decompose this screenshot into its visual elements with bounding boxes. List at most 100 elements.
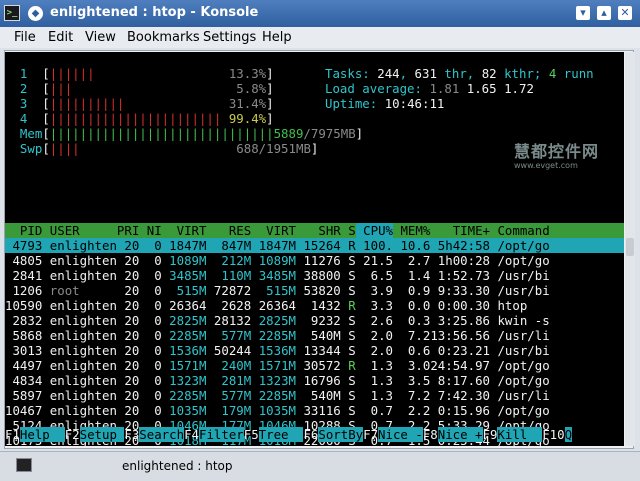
cell-user: enlighten — [42, 358, 117, 373]
cell-virt2: 2285M — [251, 388, 296, 403]
fkey-f5[interactable]: F5 — [244, 427, 259, 442]
cell-s: S — [340, 283, 356, 298]
cell-virt2: 1323M — [251, 373, 296, 388]
menu-edit[interactable]: Edit — [48, 30, 73, 45]
cell-ni: 0 — [139, 298, 162, 313]
cell-virt2: 26364 — [251, 298, 296, 313]
cell-cpu: 2.0 — [355, 343, 393, 358]
column-header-pri[interactable]: PRI — [117, 223, 139, 238]
cell-pid: 5868 — [5, 328, 43, 343]
menu-file[interactable]: File — [14, 30, 36, 45]
process-row[interactable]: 5868 enlighten 20 0 2285M 577M 2285M 540… — [5, 328, 624, 343]
column-header-time[interactable]: TIME+ — [430, 223, 490, 238]
cell-user: enlighten — [42, 268, 117, 283]
column-header-pid[interactable]: PID — [5, 223, 42, 238]
close-button[interactable]: ✕ — [618, 6, 632, 20]
cell-mem: 7.2 — [393, 388, 431, 403]
process-row[interactable]: 10467 enlighten 20 0 1035M 179M 1035M 33… — [5, 403, 624, 418]
process-row[interactable]: 4805 enlighten 20 0 1089M 212M 1089M 112… — [5, 253, 624, 268]
konsole-app-icon[interactable]: >_ — [4, 5, 20, 21]
cell-mem: 7.2 — [393, 328, 431, 343]
cell-cmd: /opt/go — [490, 373, 550, 388]
terminal-view[interactable]: 1 [|||||| 13.3%] 2 [||| 5.8%] 3 [|||||||… — [5, 52, 624, 446]
menu-bookmarks[interactable]: Bookmarks — [127, 30, 200, 45]
window-titlebar[interactable]: >_ ◆ enlightened : htop - Konsole ▾ ▴ ✕ — [0, 0, 640, 27]
fkey-label-f2[interactable]: Setup — [79, 427, 125, 442]
cell-time: 8:17.60 — [430, 373, 490, 388]
minimize-button[interactable]: ▾ — [576, 6, 590, 20]
fkey-label-f4[interactable]: Filter — [198, 427, 244, 442]
column-header-mem[interactable]: MEM% — [393, 223, 430, 238]
cell-pri: 20 — [116, 343, 140, 358]
column-header-virt[interactable]: VIRT — [162, 223, 207, 238]
process-row[interactable]: 5897 enlighten 20 0 2285M 577M 2285M 540… — [5, 388, 624, 403]
fkey-label-f5[interactable]: Tree — [258, 427, 304, 442]
fkey-f1[interactable]: F1 — [5, 427, 20, 442]
scrollbar-grip[interactable] — [626, 238, 634, 256]
window-title: enlightened : htop - Konsole — [50, 5, 259, 20]
terminal-scrollbar[interactable] — [625, 52, 635, 446]
cell-virt: 515M — [161, 283, 207, 298]
cell-cmd: /opt/go — [490, 403, 550, 418]
cell-cmd: /usr/li — [490, 388, 550, 403]
fkey-f10[interactable]: F10 — [542, 427, 564, 442]
menu-view[interactable]: View — [85, 30, 116, 45]
column-header-res[interactable]: RES — [206, 223, 251, 238]
taskbar-item-label[interactable]: enlightened : htop — [122, 459, 233, 473]
cell-mem: 1.4 — [393, 268, 431, 283]
column-header-ni[interactable]: NI — [139, 223, 162, 238]
fkey-f8[interactable]: F8 — [423, 427, 438, 442]
process-row[interactable]: 2841 enlighten 20 0 3485M 110M 3485M 388… — [5, 268, 624, 283]
column-header-s[interactable]: S — [341, 223, 355, 238]
process-table-header[interactable]: PID USER PRI NI VIRT RES VIRT SHR S CPU%… — [5, 223, 624, 238]
fkey-label-f8[interactable]: Nice + — [437, 427, 483, 442]
menu-settings[interactable]: Settings — [203, 30, 256, 45]
process-row[interactable]: 3013 enlighten 20 0 1536M 50244 1536M 13… — [5, 343, 624, 358]
cell-user: enlighten — [42, 298, 117, 313]
column-header-user[interactable]: USER — [42, 223, 117, 238]
watermark-logo: 慧都控件网 www.evget.com — [514, 142, 600, 170]
fkey-f2[interactable]: F2 — [65, 427, 80, 442]
fkey-f3[interactable]: F3 — [124, 427, 139, 442]
cell-pid: 2832 — [5, 313, 43, 328]
process-row[interactable]: 4497 enlighten 20 0 1571M 240M 1571M 305… — [5, 358, 624, 373]
process-row[interactable]: 4834 enlighten 20 0 1323M 281M 1323M 167… — [5, 373, 624, 388]
column-header-virt[interactable]: VIRT — [251, 223, 296, 238]
fkey-label-f1[interactable]: Help — [19, 427, 65, 442]
cell-shr: 540M — [296, 328, 341, 343]
cell-shr: 16796 — [296, 373, 341, 388]
cell-user: enlighten — [42, 388, 117, 403]
fkey-label-f3[interactable]: Search — [139, 427, 185, 442]
process-row[interactable]: 10590 enlighten 20 0 26364 2628 26364 14… — [5, 298, 624, 313]
fkey-label-f9[interactable]: Kill — [497, 427, 543, 442]
process-row[interactable]: 2832 enlighten 20 0 2825M 28132 2825M 92… — [5, 313, 624, 328]
cell-res: 28132 — [206, 313, 252, 328]
pin-icon[interactable]: ◆ — [28, 6, 43, 21]
process-row[interactable]: 4793 enlighten 20 0 1847M 847M 1847M 152… — [5, 238, 624, 253]
terminal-icon[interactable] — [16, 458, 32, 472]
fkey-label-f10[interactable]: Q — [564, 427, 573, 442]
fkey-label-f6[interactable]: SortBy — [318, 427, 364, 442]
menu-help[interactable]: Help — [262, 30, 292, 45]
cell-pri: 20 — [116, 403, 140, 418]
column-header-cpu[interactable]: CPU% — [355, 223, 393, 238]
fkey-f4[interactable]: F4 — [184, 427, 199, 442]
cpu-meter-4: 4 [||||||||||||||||||||||| 99.4%] — [19, 111, 274, 126]
fkey-f7[interactable]: F7 — [363, 427, 378, 442]
cell-cpu: 3.3 — [355, 298, 393, 313]
maximize-button[interactable]: ▴ — [597, 6, 611, 20]
cell-s: R — [340, 358, 356, 373]
cell-cpu: 6.5 — [355, 268, 393, 283]
cell-cpu: 0.7 — [355, 403, 393, 418]
cell-pri: 20 — [116, 238, 140, 253]
process-row[interactable]: 1206 root 20 0 515M 72872 515M 53820 S 3… — [5, 283, 624, 298]
cell-res: 240M — [206, 358, 252, 373]
fkey-label-f7[interactable]: Nice - — [378, 427, 423, 442]
cell-res: 577M — [206, 388, 252, 403]
cell-ni: 0 — [139, 403, 162, 418]
cell-s: S — [340, 388, 356, 403]
fkey-f9[interactable]: F9 — [483, 427, 498, 442]
fkey-f6[interactable]: F6 — [303, 427, 318, 442]
column-header-shr[interactable]: SHR — [296, 223, 340, 238]
column-header-command[interactable]: Command — [490, 223, 549, 238]
